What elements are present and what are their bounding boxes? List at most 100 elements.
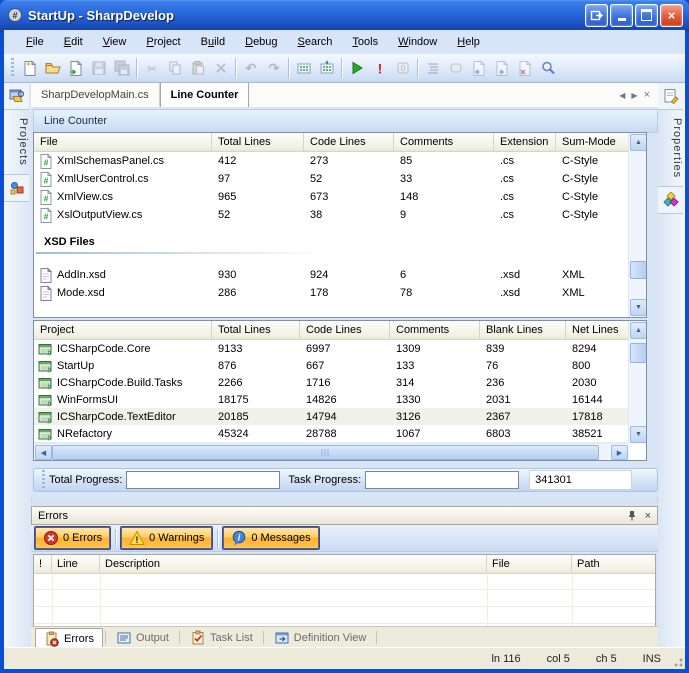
new-file-icon[interactable]: ✦	[18, 57, 41, 79]
column-header--[interactable]: !	[34, 555, 52, 573]
svg-text:#: #	[44, 176, 49, 186]
close-button[interactable]: ×	[660, 4, 683, 27]
horizontal-scrollbar[interactable]: ◀▶	[34, 443, 629, 460]
resize-grip[interactable]	[671, 655, 683, 667]
task-progress-label: Task Progress:	[288, 474, 361, 486]
table-row[interactable]: #XmlView.cs965673148.csC-Style	[34, 188, 646, 206]
column-header-blank-lines[interactable]: Blank Lines	[480, 321, 566, 339]
open-folder-icon[interactable]	[41, 57, 64, 79]
menu-item-edit[interactable]: Edit	[54, 32, 93, 52]
menu-item-project[interactable]: Project	[136, 32, 190, 52]
table-row[interactable]: #ICSharpCode.Build.Tasks2266171631423620…	[34, 374, 646, 391]
dock-tab-toolbox-icon[interactable]	[658, 187, 683, 214]
progress-grip[interactable]	[41, 470, 46, 490]
dock-tab-properties[interactable]	[658, 83, 683, 110]
tab-task-list[interactable]: Task List	[182, 627, 261, 648]
column-header-path[interactable]: Path	[572, 555, 656, 573]
column-header-comments[interactable]: Comments	[390, 321, 480, 339]
scroll-thumb[interactable]	[52, 445, 599, 460]
scroll-left-button[interactable]: ◀	[35, 445, 52, 460]
scroll-right-button[interactable]: ▶	[611, 445, 628, 460]
table-row[interactable]: #XslOutputView.cs52389.csC-Style	[34, 206, 646, 224]
column-header-line[interactable]: Line	[52, 555, 100, 573]
menu-item-window[interactable]: Window	[388, 32, 447, 52]
column-header-description[interactable]: Description	[100, 555, 487, 573]
0-messages-button[interactable]: i0 Messages	[223, 527, 318, 549]
column-header-total-lines[interactable]: Total Lines	[212, 133, 304, 151]
scroll-up-button[interactable]: ▲	[630, 134, 647, 151]
menu-item-help[interactable]: Help	[447, 32, 490, 52]
toolbar-separator	[235, 58, 236, 78]
menu-item-debug[interactable]: Debug	[235, 32, 287, 52]
column-header-project[interactable]: Project	[34, 321, 212, 339]
row-cell: 2367	[480, 411, 566, 423]
column-header-file[interactable]: File	[34, 133, 212, 151]
column-header-code-lines[interactable]: Code Lines	[304, 133, 394, 151]
row-cell: 17818	[566, 411, 630, 423]
scroll-thumb[interactable]	[630, 343, 647, 363]
menu-item-build[interactable]: Build	[191, 32, 235, 52]
table-row[interactable]: Mode.xsd28617878.xsdXML	[34, 284, 646, 302]
stop-icon[interactable]: !	[368, 57, 391, 79]
search-icon[interactable]	[536, 57, 559, 79]
0-errors-button[interactable]: 0 Errors	[35, 527, 110, 549]
row-name-cell: Mode.xsd	[34, 285, 212, 301]
scroll-down-button[interactable]: ▼	[630, 299, 647, 316]
row-cell: 9133	[212, 343, 300, 355]
column-header-sum-mode[interactable]: Sum-Mode	[556, 133, 630, 151]
build-all-icon[interactable]	[315, 57, 338, 79]
menu-item-tools[interactable]: Tools	[342, 32, 388, 52]
vertical-scrollbar[interactable]: ▲▼	[628, 321, 646, 444]
scroll-up-button[interactable]: ▲	[630, 322, 647, 339]
toolbar-grip[interactable]	[10, 58, 15, 78]
table-row[interactable]: #ICSharpCode.TextEditor20185147943126236…	[34, 408, 646, 425]
column-header-extension[interactable]: Extension	[494, 133, 556, 151]
open-file-icon[interactable]	[64, 57, 87, 79]
column-header-net-lines[interactable]: Net Lines	[566, 321, 630, 339]
svg-text:#: #	[47, 433, 52, 442]
build-icon[interactable]	[292, 57, 315, 79]
table-row[interactable]: #NRefactory45324287881067680338521	[34, 425, 646, 442]
0-warnings-button[interactable]: !0 Warnings	[121, 527, 212, 549]
table-row[interactable]: #WinFormsUI18175148261330203116144	[34, 391, 646, 408]
scroll-down-button[interactable]: ▼	[630, 426, 647, 443]
prev-tab-arrow[interactable]: ◀	[619, 91, 625, 100]
column-header-file[interactable]: File	[487, 555, 572, 573]
vertical-scrollbar[interactable]: ▲▼	[628, 133, 646, 317]
svg-text:!: !	[377, 61, 382, 77]
table-row[interactable]: AddIn.xsd9309246.xsdXML	[34, 266, 646, 284]
dock-tab-projects[interactable]	[4, 83, 29, 110]
tab-errors[interactable]: Errors	[35, 628, 103, 648]
maximize-button[interactable]	[635, 4, 658, 27]
next-tab-arrow[interactable]: ▶	[631, 91, 637, 100]
menu-item-view[interactable]: View	[93, 32, 137, 52]
menu-item-file[interactable]: File	[16, 32, 54, 52]
row-cell: 667	[300, 360, 390, 372]
table-row[interactable]: #StartUp87666713376800	[34, 357, 646, 374]
close-tab-button[interactable]: ×	[644, 89, 650, 101]
pin-icon[interactable]	[627, 510, 637, 521]
column-header-comments[interactable]: Comments	[394, 133, 494, 151]
table-row[interactable]: #XmlUserControl.cs975233.csC-Style	[34, 170, 646, 188]
row-name-cell: #ICSharpCode.Core	[34, 341, 212, 357]
bottom-tab-strip: ErrorsOutputTask ListDefinition View	[31, 626, 658, 648]
tab-output[interactable]: Output	[108, 627, 177, 648]
table-row[interactable]: #ICSharpCode.Core9133699713098398294	[34, 340, 646, 357]
dock-tab-label-properties[interactable]: Properties	[658, 110, 683, 187]
svg-text:↶: ↶	[244, 61, 256, 76]
tab-sharpdevelopmain-cs[interactable]: SharpDevelopMain.cs	[31, 83, 160, 107]
minimize-button[interactable]	[610, 4, 633, 27]
column-header-total-lines[interactable]: Total Lines	[212, 321, 300, 339]
dock-tab-label-projects[interactable]: Projects	[4, 110, 29, 175]
table-row[interactable]: #XmlSchemasPanel.cs41227385.csC-Style	[34, 152, 646, 170]
row-cell: 236	[480, 377, 566, 389]
run-icon[interactable]	[345, 57, 368, 79]
dock-tab-classes-icon[interactable]	[4, 175, 29, 202]
tab-line-counter[interactable]: Line Counter	[160, 83, 250, 107]
tab-definition-view[interactable]: Definition View	[266, 627, 375, 648]
toolwindow-button[interactable]	[585, 4, 608, 27]
menu-item-search[interactable]: Search	[288, 32, 343, 52]
column-header-code-lines[interactable]: Code Lines	[300, 321, 390, 339]
scroll-thumb[interactable]	[630, 261, 647, 279]
close-icon[interactable]: ×	[645, 510, 651, 522]
